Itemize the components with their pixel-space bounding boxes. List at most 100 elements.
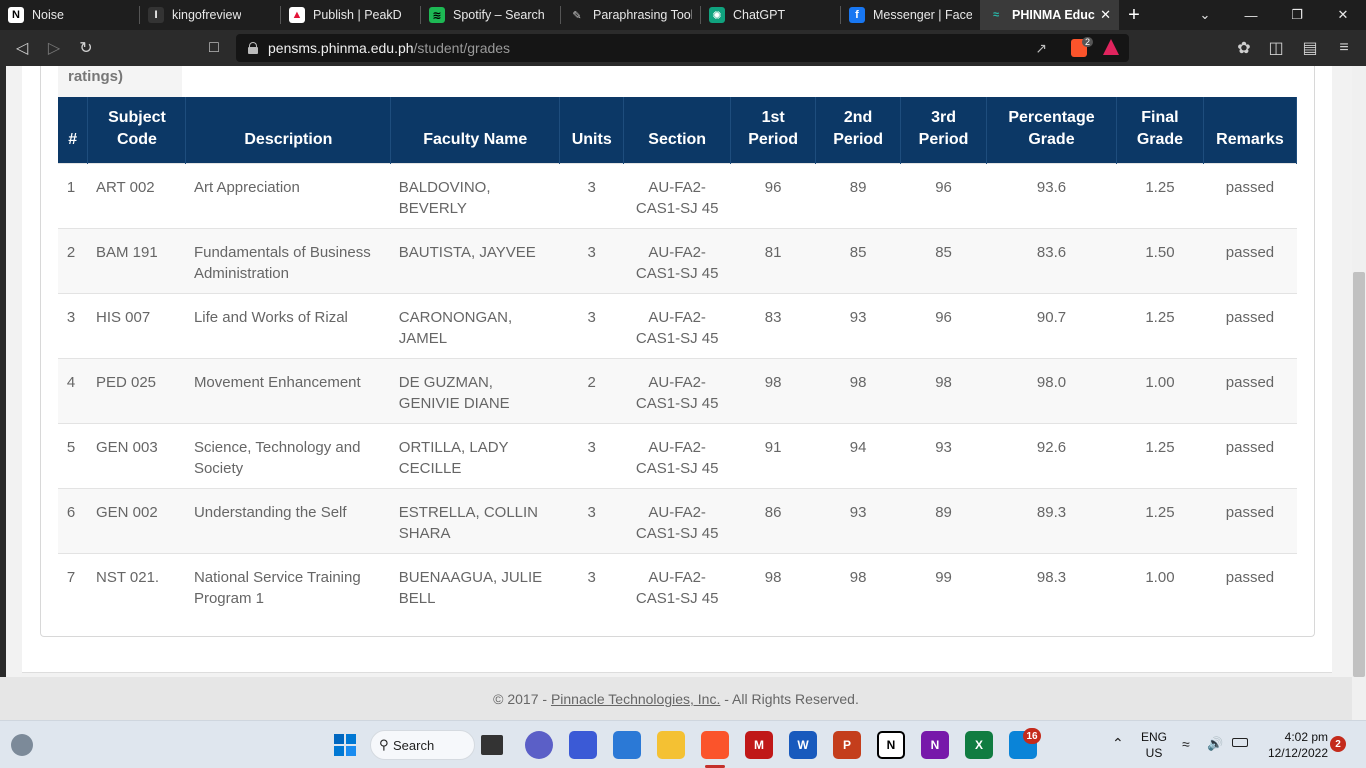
- page-scrollbar-thumb[interactable]: [1353, 272, 1365, 677]
- cell-p2: 93: [815, 487, 901, 553]
- tab-notion[interactable]: N Noise: [0, 0, 139, 30]
- bookmark-icon[interactable]: □: [198, 32, 230, 64]
- address-bar[interactable]: pensms.phinma.edu.ph/student/grades ↗ 2: [236, 34, 1129, 62]
- cell-p1: 91: [730, 422, 816, 488]
- show-hidden-icons-icon[interactable]: ⌃: [1112, 735, 1124, 752]
- close-window-button[interactable]: ✕: [1320, 0, 1366, 30]
- start-button[interactable]: [331, 731, 359, 759]
- left-edge: [0, 66, 6, 720]
- store-icon[interactable]: [613, 731, 641, 759]
- facebook-icon: f: [849, 7, 865, 23]
- cell-faculty: BAUTISTA, JAYVEE: [390, 227, 560, 293]
- powerpoint-letter: P: [842, 738, 851, 752]
- lock-icon: [248, 42, 258, 54]
- tab-peakd[interactable]: ▲ Publish | PeakD: [281, 0, 420, 30]
- close-tab-icon[interactable]: ✕: [1100, 7, 1111, 23]
- maximize-button[interactable]: ❐: [1274, 0, 1320, 30]
- weather-icon[interactable]: [11, 734, 33, 756]
- cell-p2: 98: [815, 552, 901, 618]
- footer-rights: - All Rights Reserved.: [720, 691, 859, 707]
- cell-desc: Understanding the Self: [185, 487, 391, 553]
- word-icon[interactable]: W: [789, 731, 817, 759]
- cell-remarks: passed: [1203, 487, 1297, 553]
- minimize-button[interactable]: —: [1228, 0, 1274, 30]
- share-icon[interactable]: ↗: [1035, 40, 1047, 57]
- cell-p3: 89: [900, 487, 987, 553]
- clock[interactable]: 4:02 pm 12/12/2022: [1258, 729, 1328, 761]
- powerpoint-icon[interactable]: P: [833, 731, 861, 759]
- tab-facebook[interactable]: f Messenger | Faceb: [841, 0, 980, 30]
- cell-num: 1: [58, 162, 88, 228]
- tab-spotify[interactable]: ≋ Spotify – Search: [421, 0, 560, 30]
- clock-time: 4:02 pm: [1284, 730, 1328, 744]
- cell-p1: 98: [730, 357, 816, 423]
- column-header-percentage-grade: Percentage Grade: [986, 97, 1117, 163]
- cell-p2: 93: [815, 292, 901, 358]
- cell-p3: 96: [900, 162, 987, 228]
- tab-quill[interactable]: ✎ Paraphrasing Tool |: [561, 0, 700, 30]
- tab-label: Spotify – Search: [453, 8, 545, 22]
- file-explorer-icon[interactable]: [657, 731, 685, 759]
- column-header-remarks: Remarks: [1203, 97, 1298, 163]
- tab-phinma[interactable]: ≈ PHINMA Educ ✕: [980, 0, 1119, 30]
- spotify-icon: ≋: [429, 7, 445, 23]
- cell-code: GEN 002: [87, 487, 186, 553]
- sidebar-icon[interactable]: ◫: [1260, 32, 1292, 64]
- brave-browser-icon[interactable]: [701, 731, 729, 759]
- tab-kingofreview[interactable]: Ikingofreview: [140, 0, 280, 30]
- notification-badge[interactable]: 2: [1330, 736, 1346, 752]
- url-path: /student/grades: [413, 40, 511, 56]
- excel-icon[interactable]: X: [965, 731, 993, 759]
- battery-icon[interactable]: [1232, 738, 1248, 747]
- cell-final: 1.25: [1116, 162, 1204, 228]
- table-row: 2 BAM 191 Fundamentals of Business Adminis…: [58, 227, 1297, 293]
- cell-p2: 98: [815, 357, 901, 423]
- mcafee-icon[interactable]: M: [745, 731, 773, 759]
- cell-section: AU-FA2-CAS1-SJ 45: [623, 292, 731, 358]
- taskbar-search[interactable]: ⚲ Search: [370, 730, 475, 760]
- cell-final: 1.00: [1116, 357, 1204, 423]
- onenote-icon[interactable]: N: [921, 731, 949, 759]
- wallet-icon[interactable]: ▤: [1294, 32, 1326, 64]
- task-view-icon[interactable]: [481, 735, 503, 755]
- browser-tab-bar: N Noise Ikingofreview ▲ Publish | PeakD ≋ Spot…: [0, 0, 1366, 30]
- tab-search-chevron-icon[interactable]: ⌄: [1182, 0, 1228, 30]
- windows-taskbar: ⚲ Search M W P N N X 16 ⌃ ENG US ≈ 🔊 4:0…: [0, 720, 1366, 768]
- back-icon[interactable]: ◁: [6, 32, 38, 64]
- cell-faculty: ESTRELLA, COLLIN SHARA: [390, 487, 560, 553]
- grades-table: # Subject Code Description Faculty Name Unit…: [58, 97, 1298, 618]
- cell-desc: National Service Training Program 1: [185, 552, 391, 618]
- new-tab-button[interactable]: +: [1119, 0, 1149, 30]
- tab-label: PHINMA Educ: [1012, 8, 1095, 22]
- column-header-2nd-period: 2nd Period: [815, 97, 902, 163]
- cell-section: AU-FA2-CAS1-SJ 45: [623, 357, 731, 423]
- photo-editor-icon[interactable]: [569, 731, 597, 759]
- cell-faculty: BUENAAGUA, JULIE BELL: [390, 552, 560, 618]
- wifi-icon[interactable]: ≈: [1182, 736, 1190, 752]
- cell-pct: 83.6: [986, 227, 1117, 293]
- volume-icon[interactable]: 🔊: [1207, 736, 1223, 752]
- brave-rewards-icon[interactable]: [1103, 39, 1119, 55]
- forward-icon[interactable]: ▷: [38, 32, 70, 64]
- footer-company-link[interactable]: Pinnacle Technologies, Inc.: [551, 691, 720, 707]
- language-indicator[interactable]: ENG US: [1138, 729, 1170, 761]
- page-footer: © 2017 - Pinnacle Technologies, Inc. - A…: [0, 677, 1352, 720]
- column-header-faculty-name: Faculty Name: [390, 97, 561, 163]
- cell-p3: 85: [900, 227, 987, 293]
- notion-icon[interactable]: N: [877, 731, 905, 759]
- cell-faculty: DE GUZMAN, GENIVIE DIANE: [390, 357, 560, 423]
- extensions-icon[interactable]: ✿: [1228, 32, 1260, 64]
- cell-desc: Life and Works of Rizal: [185, 292, 391, 358]
- menu-icon[interactable]: ≡: [1328, 32, 1360, 64]
- brave-shields-count: 2: [1081, 37, 1093, 47]
- column-header-section: Section: [623, 97, 732, 163]
- cell-code: NST 021.: [87, 552, 186, 618]
- chat-icon[interactable]: [525, 731, 553, 759]
- cell-num: 7: [58, 552, 88, 618]
- tab-chatgpt[interactable]: ✺ ChatGPT: [701, 0, 840, 30]
- kingofreview-icon: I: [148, 7, 164, 23]
- column-header-description: Description: [185, 97, 392, 163]
- column-header-subject-code: Subject Code: [87, 97, 187, 163]
- reload-icon[interactable]: ↻: [70, 32, 102, 64]
- search-icon: ⚲: [379, 737, 389, 752]
